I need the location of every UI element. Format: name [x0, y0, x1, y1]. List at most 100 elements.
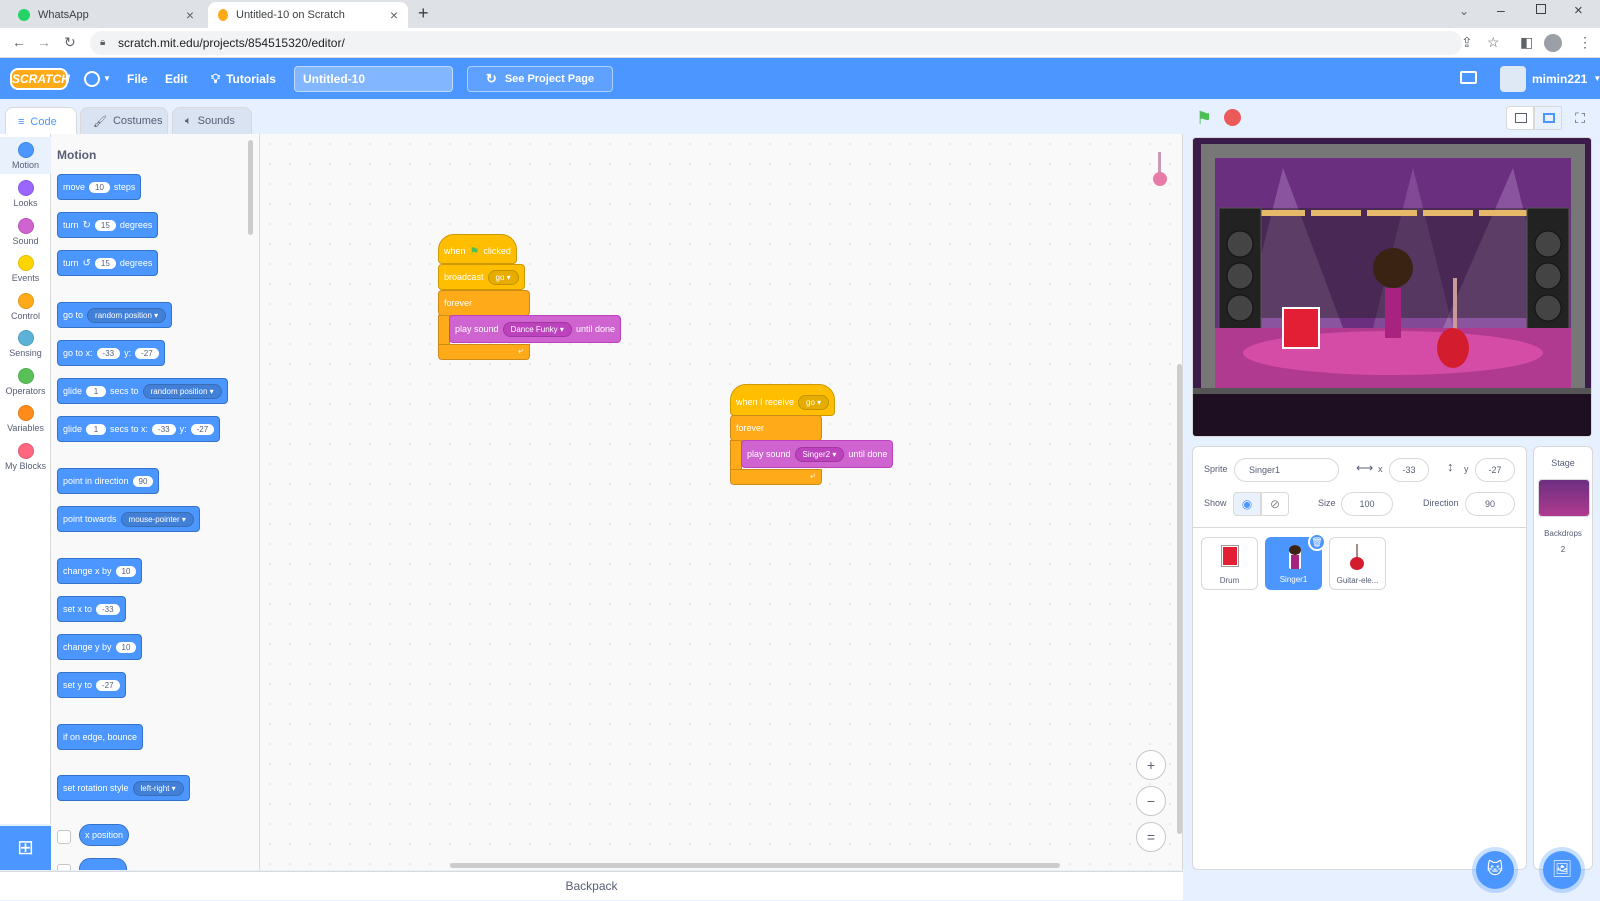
degrees-input[interactable]: 15 — [94, 257, 116, 269]
broadcast-block[interactable]: broadcast go ▾ — [438, 264, 525, 290]
script-workspace[interactable]: when ⚑ clicked broadcast go ▾ forever ⤶ … — [260, 134, 1183, 870]
value-input[interactable]: -27 — [96, 679, 120, 691]
fullscreen-button[interactable]: ⛶ — [1566, 106, 1594, 130]
rotation-style-block[interactable]: set rotation style left-right ▾ — [57, 775, 190, 801]
play-sound-until-done-block[interactable]: play sound Dance Funky ▾ until done — [449, 315, 621, 343]
play-sound-until-done-block[interactable]: play sound Singer2 ▾ until done — [741, 440, 894, 468]
tutorials-button[interactable]: 💡︎ Tutorials — [211, 58, 276, 99]
tab-search-icon[interactable]: ⌄ — [1459, 4, 1469, 18]
language-menu[interactable]: ▼ — [84, 58, 111, 99]
bounce-block[interactable]: if on edge, bounce — [57, 724, 144, 750]
category-control[interactable]: Control — [0, 288, 51, 325]
when-flag-clicked-hat[interactable]: when ⚑ clicked — [438, 234, 517, 264]
tab-whatsapp[interactable]: WhatsApp × — [8, 2, 204, 28]
category-events[interactable]: Events — [0, 250, 51, 287]
scratch-logo[interactable]: SCRATCH — [10, 68, 70, 90]
small-stage-button[interactable] — [1506, 106, 1534, 130]
y-input[interactable]: -27 — [1475, 458, 1515, 482]
category-motion[interactable]: Motion — [0, 137, 51, 174]
steps-input[interactable]: 10 — [89, 181, 110, 193]
direction-input[interactable]: 90 — [132, 475, 154, 487]
forward-icon[interactable]: → — [37, 34, 51, 50]
sprite-card-singer1[interactable]: Singer1 🗑︎ — [1265, 533, 1326, 590]
move-steps-block[interactable]: move 10 steps — [57, 174, 142, 200]
zoom-in-button[interactable]: + — [1136, 750, 1166, 780]
x-input[interactable]: -33 — [96, 347, 121, 359]
go-to-xy-block[interactable]: go to x: -33 y: -27 — [57, 340, 165, 366]
y-position-reporter[interactable] — [79, 858, 127, 870]
x-input[interactable]: -33 — [152, 423, 176, 435]
show-hidden-button[interactable]: ⊘ — [1261, 492, 1289, 516]
glide-to-xy-block[interactable]: glide 1 secs to x: -33 y: -27 — [57, 416, 221, 442]
back-icon[interactable]: ← — [12, 34, 26, 50]
value-input[interactable]: -33 — [96, 603, 120, 615]
show-visible-button[interactable]: ◉ — [1233, 492, 1261, 516]
tab-scratch[interactable]: Untitled-10 on Scratch × — [208, 2, 408, 28]
close-tab-icon[interactable]: × — [186, 7, 194, 23]
sprite-card-guitar[interactable]: Guitar-ele... — [1329, 537, 1386, 590]
restore-icon[interactable] — [1536, 4, 1546, 14]
normal-stage-button[interactable] — [1534, 106, 1562, 130]
go-to-block[interactable]: go to random position ▾ — [57, 302, 173, 328]
direction-input[interactable]: 90 — [1465, 492, 1515, 516]
category-sensing[interactable]: Sensing — [0, 325, 51, 362]
sprite-name-input[interactable]: Singer1 — [1234, 458, 1339, 482]
forever-block[interactable]: forever — [438, 290, 530, 316]
secs-input[interactable]: 1 — [86, 385, 107, 397]
change-x-block[interactable]: change x by 10 — [57, 558, 143, 584]
close-window-icon[interactable]: × — [1574, 2, 1583, 19]
minimize-icon[interactable]: – — [1497, 2, 1505, 18]
stage-selector-pane[interactable]: Stage Backdrops 2 — [1533, 446, 1593, 870]
browser-menu-icon[interactable]: ⋮ — [1578, 34, 1592, 51]
palette-scrollbar[interactable] — [248, 140, 253, 235]
close-tab-icon[interactable]: × — [390, 7, 398, 23]
x-position-checkbox[interactable] — [57, 830, 71, 844]
green-flag-button[interactable]: ⚑ — [1196, 108, 1216, 128]
point-towards-block[interactable]: point towards mouse-pointer ▾ — [57, 506, 200, 532]
new-tab-button[interactable]: + — [418, 3, 429, 24]
y-position-checkbox[interactable] — [57, 864, 71, 870]
category-sound[interactable]: Sound — [0, 213, 51, 250]
choose-backdrop-button[interactable]: 🖼︎ — [1543, 851, 1581, 889]
turn-right-block[interactable]: turn ↻ 15 degrees — [57, 212, 159, 238]
y-input[interactable]: -27 — [135, 347, 159, 359]
stage-backdrop-thumbnail[interactable] — [1538, 479, 1590, 517]
point-in-direction-block[interactable]: point in direction 90 — [57, 468, 160, 494]
tab-code[interactable]: ≡ Code — [5, 107, 77, 135]
y-input[interactable]: -27 — [190, 423, 215, 435]
set-y-block[interactable]: set y to -27 — [57, 672, 126, 698]
file-menu[interactable]: File — [127, 58, 148, 99]
change-y-block[interactable]: change y by 10 — [57, 634, 143, 660]
profile-avatar-icon[interactable] — [1544, 34, 1562, 52]
reload-icon[interactable]: ↻ — [64, 34, 76, 51]
target-dropdown[interactable]: random position ▾ — [87, 307, 167, 323]
see-project-page-button[interactable]: ↻ See Project Page — [467, 66, 613, 92]
degrees-input[interactable]: 15 — [94, 219, 116, 231]
sprite-card-drum[interactable]: Drum — [1201, 537, 1258, 590]
backpack-bar[interactable]: Backpack — [0, 871, 1183, 900]
delete-sprite-button[interactable]: 🗑︎ — [1308, 533, 1326, 551]
category-operators[interactable]: Operators — [0, 363, 51, 400]
x-position-reporter[interactable]: x position — [79, 824, 130, 846]
url-field[interactable]: 🔒︎ scratch.mit.edu/projects/854515320/ed… — [90, 31, 1462, 55]
my-stuff-folder-icon[interactable] — [1460, 71, 1477, 84]
target-dropdown[interactable]: random position ▾ — [142, 383, 222, 399]
add-extension-button[interactable]: ⊞ — [0, 826, 51, 870]
workspace-horizontal-scrollbar[interactable] — [450, 863, 1060, 868]
account-menu[interactable]: mimin221 ▼ — [1500, 58, 1600, 99]
stop-button[interactable] — [1224, 109, 1241, 126]
value-input[interactable]: 10 — [115, 641, 137, 653]
glide-to-block[interactable]: glide 1 secs to random position ▾ — [57, 378, 228, 404]
set-x-block[interactable]: set x to -33 — [57, 596, 126, 622]
workspace-vertical-scrollbar[interactable] — [1177, 364, 1182, 834]
message-dropdown[interactable]: go ▾ — [798, 394, 830, 410]
choose-sprite-button[interactable]: 🐱︎ — [1476, 851, 1514, 889]
category-looks[interactable]: Looks — [0, 175, 51, 212]
stage-canvas[interactable] — [1192, 137, 1592, 437]
tab-sounds[interactable]: 🔈︎ Sounds — [172, 107, 252, 135]
zoom-out-button[interactable]: − — [1136, 786, 1166, 816]
sidepanel-icon[interactable]: ◧ — [1520, 34, 1533, 51]
size-input[interactable]: 100 — [1341, 492, 1393, 516]
tab-costumes[interactable]: 🖌︎ Costumes — [80, 107, 168, 135]
share-icon[interactable]: ⇪ — [1461, 34, 1473, 51]
